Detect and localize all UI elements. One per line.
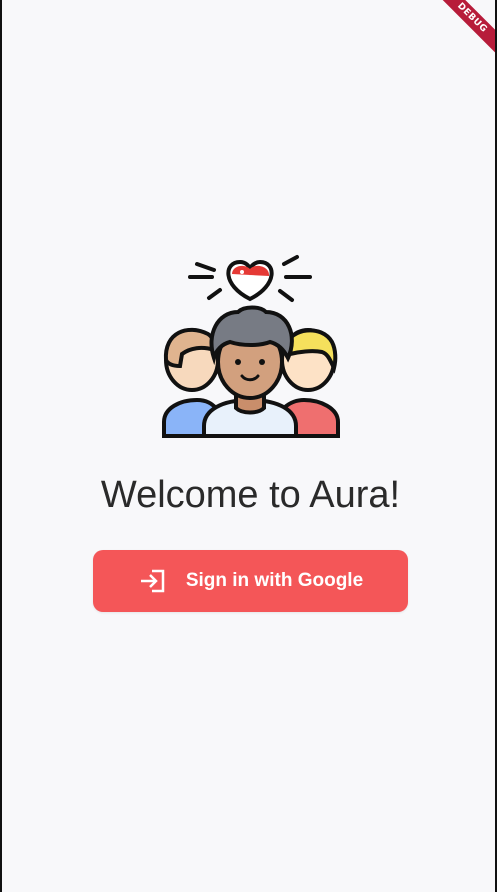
- debug-banner: DEBUG: [435, 0, 495, 60]
- welcome-title: Welcome to Aura!: [100, 474, 401, 516]
- community-people-icon: [162, 255, 340, 438]
- login-icon: [138, 568, 168, 594]
- sign-in-google-label: Sign in with Google: [185, 570, 364, 591]
- debug-banner-label: DEBUG: [435, 0, 495, 56]
- app-frame: DEBUG Welcome to Aura! Sign in with Goog…: [0, 0, 497, 892]
- sign-in-google-button[interactable]: Sign in with Google: [93, 550, 408, 612]
